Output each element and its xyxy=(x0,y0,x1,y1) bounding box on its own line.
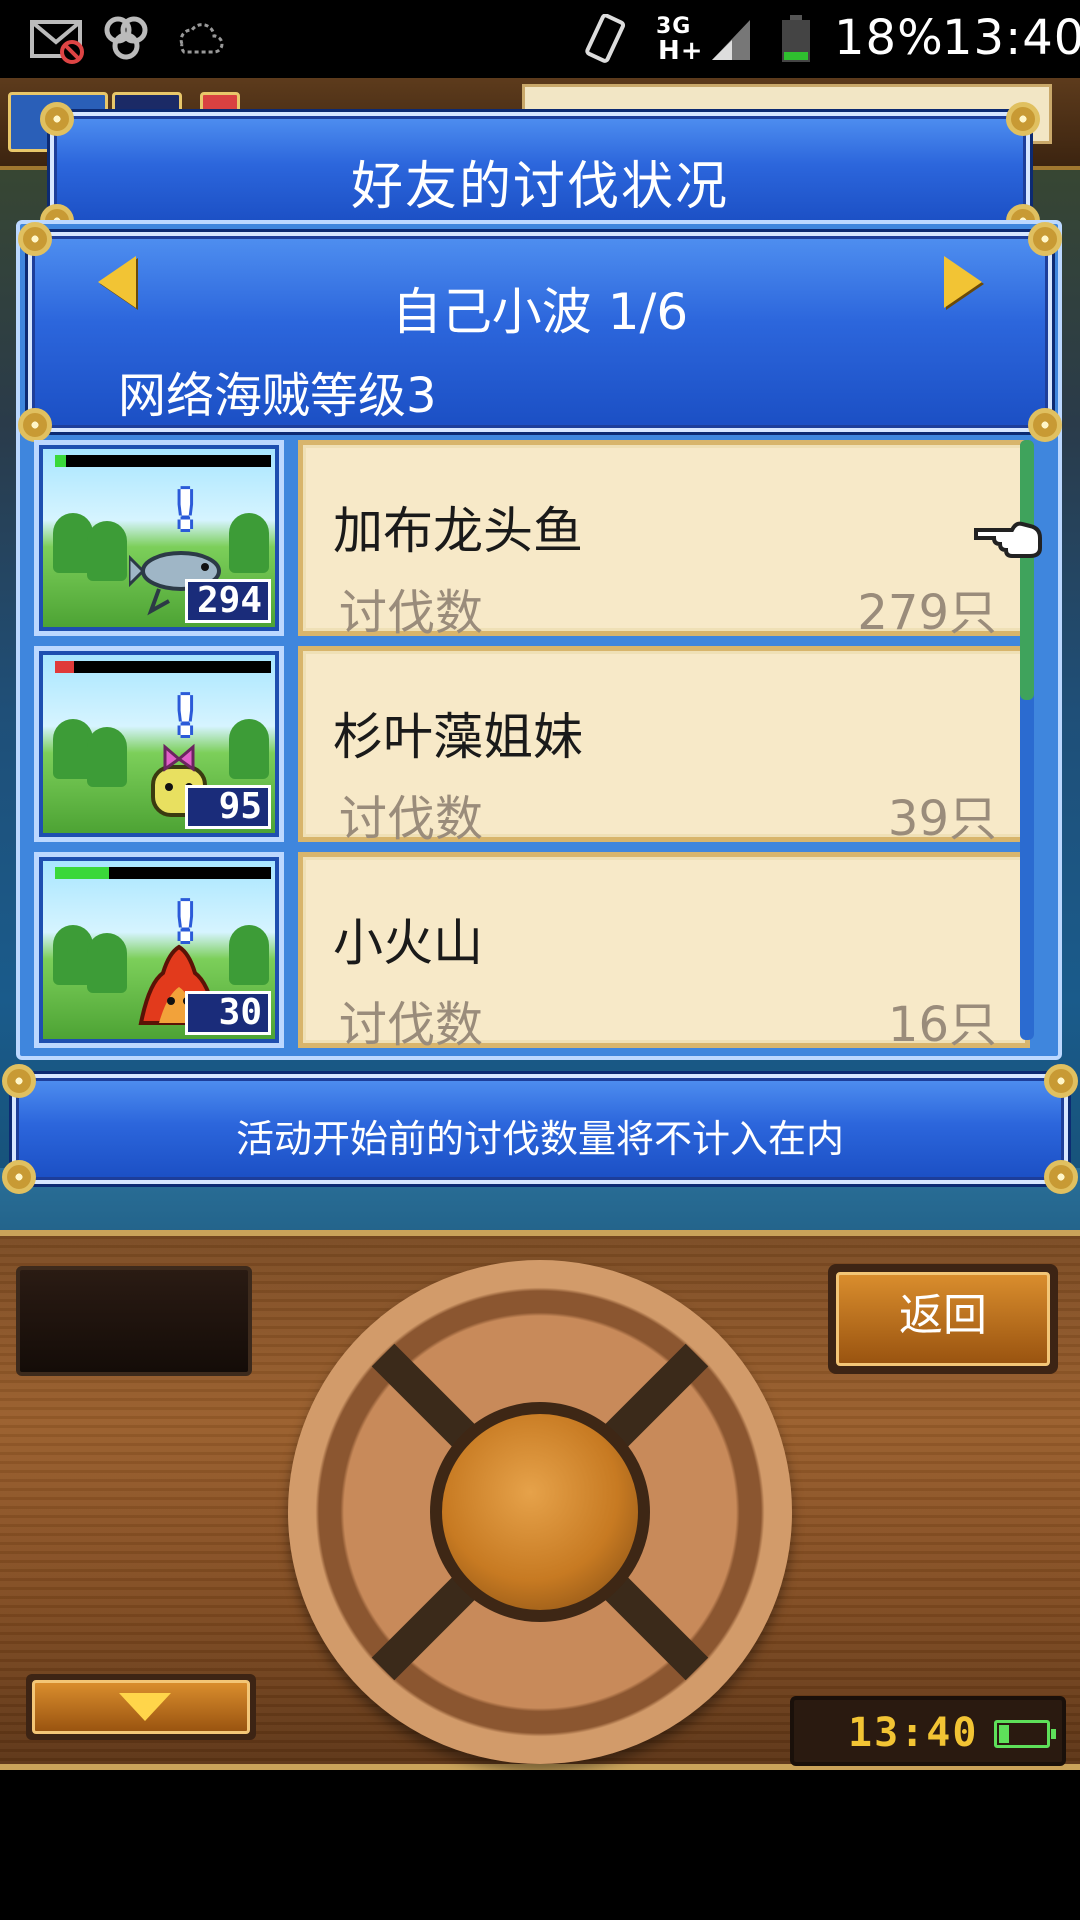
back-button[interactable]: 返回 xyxy=(828,1264,1058,1374)
monster-thumbnail: ! 95 xyxy=(34,646,284,842)
status-bar: 3G H+ 18% 13:40 xyxy=(0,0,1080,78)
notice-panel: 活动开始前的讨伐数量将不计入在内 xyxy=(2,1064,1078,1194)
list-scrollbar-thumb[interactable] xyxy=(1020,440,1034,700)
monster-badge: 30 xyxy=(185,991,271,1035)
signal-icon xyxy=(712,20,750,60)
dpad-center-button[interactable] xyxy=(430,1402,650,1622)
corner-ornament xyxy=(1028,408,1062,442)
monster-row[interactable]: ! 95 杉叶藻姐妹 讨伐数 39只 xyxy=(30,642,1030,847)
next-player-arrow-icon[interactable] xyxy=(944,256,982,308)
player-panel: 自己小波 1/6 网络海贼等级3 xyxy=(18,222,1062,442)
player-name: 自己小波 1/6 xyxy=(391,283,689,341)
defeat-count-label: 讨伐数 xyxy=(339,997,484,1053)
monster-hp-bar xyxy=(55,661,271,673)
monster-name: 加布龙头鱼 xyxy=(333,502,583,560)
monster-badge: 294 xyxy=(185,579,271,623)
notice-text: 活动开始前的讨伐数量将不计入在内 xyxy=(235,1117,844,1161)
network-sub: H+ xyxy=(658,36,704,66)
monster-name: 小火山 xyxy=(333,914,483,972)
player-level: 网络海贼等级3 xyxy=(118,368,437,424)
vibrate-icon xyxy=(585,14,626,63)
monster-card[interactable]: 加布龙头鱼 讨伐数 279只 xyxy=(298,440,1030,641)
empty-slot xyxy=(16,1266,252,1376)
game-clock-time: 13:40 xyxy=(848,1710,979,1756)
monster-thumbnail: ! 294 xyxy=(34,440,284,636)
down-arrow-icon xyxy=(119,1693,171,1721)
monster-thumbnail: ! 30 xyxy=(34,852,284,1048)
corner-ornament xyxy=(1028,222,1062,256)
weather-icon xyxy=(179,23,224,54)
monster-badge: 95 xyxy=(185,785,271,829)
corner-ornament xyxy=(2,1064,36,1098)
monster-list[interactable]: ! 294 加布龙头鱼 讨伐数 279只 ! 95 杉叶藻姐妹 讨伐数 39只 … xyxy=(30,436,1030,1053)
corner-ornament xyxy=(1044,1160,1078,1194)
mail-muted-icon xyxy=(30,20,84,64)
defeat-count-label: 讨伐数 xyxy=(339,585,484,641)
monster-hp-bar xyxy=(55,867,271,879)
scroll-down-button[interactable] xyxy=(26,1674,256,1740)
monster-card[interactable]: 杉叶藻姐妹 讨伐数 39只 xyxy=(298,646,1030,847)
monster-row[interactable]: ! 294 加布龙头鱼 讨伐数 279只 xyxy=(30,436,1030,641)
corner-ornament xyxy=(1006,102,1040,136)
battery-percent: 18% xyxy=(834,10,944,66)
dialog-title: 好友的讨伐状况 xyxy=(350,157,729,217)
back-button-label: 返回 xyxy=(836,1272,1050,1366)
control-panel: 返回 13:40 xyxy=(0,1230,1080,1770)
corner-ornament xyxy=(2,1160,36,1194)
defeat-count-value: 39只 xyxy=(887,791,997,847)
directional-pad[interactable] xyxy=(288,1260,792,1764)
corner-ornament xyxy=(40,102,74,136)
defeat-count-value: 279只 xyxy=(857,585,997,641)
status-time: 13:40 xyxy=(942,10,1080,66)
monster-name: 杉叶藻姐妹 xyxy=(333,708,583,766)
battery-icon xyxy=(782,15,810,62)
corner-ornament xyxy=(1044,1064,1078,1098)
monster-row[interactable]: ! 30 小火山 讨伐数 16只 xyxy=(30,848,1030,1053)
game-clock: 13:40 xyxy=(790,1696,1066,1766)
corner-ornament xyxy=(18,222,52,256)
dialog-title-panel: 好友的讨伐状况 xyxy=(40,102,1040,238)
app-icon xyxy=(104,16,148,60)
game-battery-icon xyxy=(994,1720,1056,1748)
hand-pointer-icon xyxy=(974,521,1042,558)
defeat-count-label: 讨伐数 xyxy=(339,791,484,847)
defeat-count-value: 16只 xyxy=(887,997,997,1053)
monster-card[interactable]: 小火山 讨伐数 16只 xyxy=(298,852,1030,1053)
monster-hp-bar xyxy=(55,455,271,467)
